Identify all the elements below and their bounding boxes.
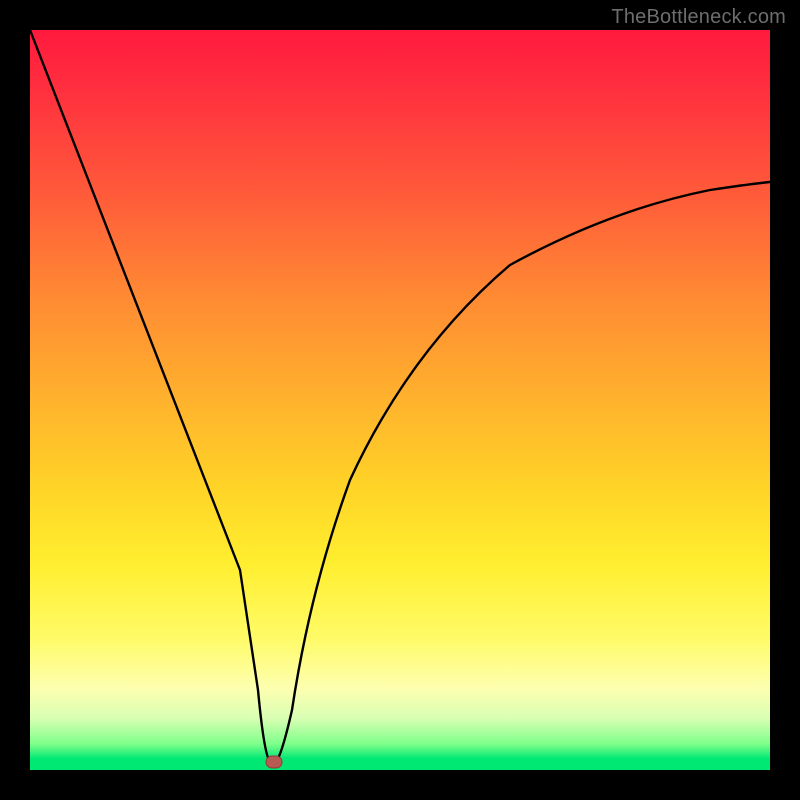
chart-svg <box>30 30 770 770</box>
plot-area <box>30 30 770 770</box>
watermark-text: TheBottleneck.com <box>611 6 786 29</box>
optimum-marker <box>266 756 282 768</box>
bottleneck-curve <box>30 30 770 762</box>
chart-frame: TheBottleneck.com <box>0 0 800 800</box>
